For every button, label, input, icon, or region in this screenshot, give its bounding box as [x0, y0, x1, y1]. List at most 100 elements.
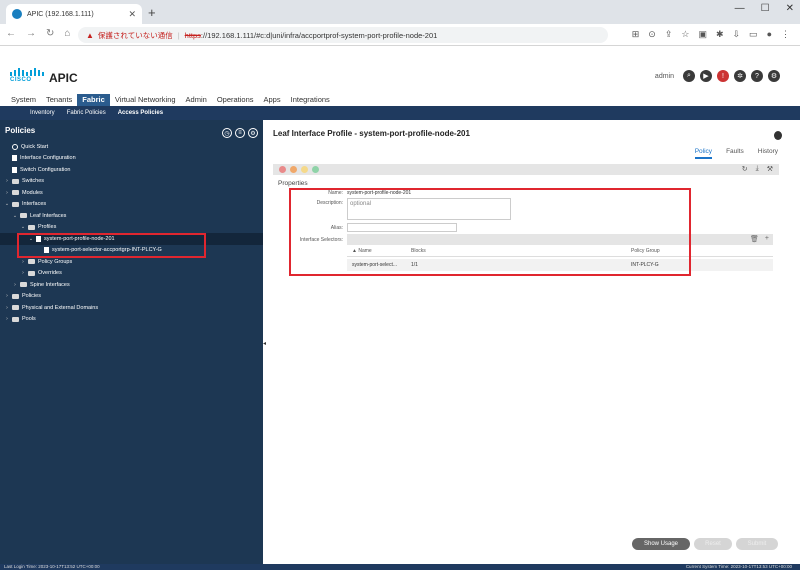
- refresh-icon[interactable]: ↻: [742, 165, 748, 173]
- bookmark-star-icon[interactable]: ☆: [681, 29, 689, 40]
- chevron-down-icon[interactable]: ⌄: [20, 224, 26, 230]
- main-tab-system[interactable]: System: [6, 94, 41, 106]
- alerts-icon[interactable]: !: [717, 70, 729, 82]
- maximize-button[interactable]: ☐: [761, 3, 770, 14]
- chevron-right-icon[interactable]: ›: [12, 282, 18, 288]
- tree-item[interactable]: Switch Configuration: [0, 164, 263, 176]
- profile-icon[interactable]: ●: [767, 29, 772, 40]
- main-tab-virtual-networking[interactable]: Virtual Networking: [110, 94, 181, 106]
- cisco-logo-text: CISCO: [10, 77, 32, 83]
- menu-icon[interactable]: ⋮: [781, 29, 790, 40]
- browser-tab[interactable]: APIC (192.168.1.111) ✕: [6, 4, 142, 24]
- tree-item[interactable]: › Switches: [0, 176, 263, 188]
- download-icon[interactable]: ⇩: [733, 29, 741, 40]
- pane-divider-handle[interactable]: ◂: [263, 340, 266, 347]
- policy-toolbar: ↻ ⤓ ⚒: [273, 164, 779, 175]
- tree-view-icon[interactable]: ≡: [235, 128, 245, 138]
- folder-icon: [28, 270, 35, 276]
- folder-icon: [12, 293, 19, 299]
- chevron-right-icon[interactable]: ›: [4, 178, 10, 184]
- tab-history[interactable]: History: [758, 148, 778, 159]
- tree-item[interactable]: Quick Start: [0, 141, 263, 153]
- tree-item[interactable]: › Pools: [0, 314, 263, 326]
- tab-policy[interactable]: Policy: [694, 148, 713, 159]
- main-tab-admin[interactable]: Admin: [181, 94, 212, 106]
- sub-tab-fabric-policies[interactable]: Fabric Policies: [67, 106, 106, 120]
- tree-item-label: Profiles: [38, 224, 57, 231]
- main-tab-tenants[interactable]: Tenants: [41, 94, 77, 106]
- reload-icon[interactable]: ↻: [46, 28, 54, 39]
- preferences-icon[interactable]: ⚙: [768, 70, 780, 82]
- sidebar-icon[interactable]: ▣: [698, 29, 707, 40]
- chevron-right-icon[interactable]: ›: [4, 293, 10, 299]
- minor-fault-icon: [301, 166, 308, 173]
- tree-item-label: Modules: [22, 189, 43, 196]
- video-icon[interactable]: ▶: [700, 70, 712, 82]
- search-icon[interactable]: ⌕: [683, 70, 695, 82]
- url-scheme: https: [184, 30, 201, 40]
- chevron-right-icon[interactable]: ›: [20, 270, 26, 276]
- main-nav: System Tenants Fabric Virtual Networking Adm…: [6, 94, 335, 106]
- tree-item[interactable]: ⌄ Leaf Interfaces: [0, 210, 263, 222]
- sub-tab-inventory[interactable]: Inventory: [30, 106, 55, 120]
- tab-close-icon[interactable]: ✕: [128, 9, 136, 20]
- home-icon[interactable]: ⌂: [64, 28, 70, 39]
- main-tab-apps[interactable]: Apps: [259, 94, 286, 106]
- url-input[interactable]: ▲ 保護されていない通信 | https ://192.168.1.111/#c…: [78, 27, 608, 43]
- window-close-button[interactable]: ✕: [786, 3, 794, 14]
- back-icon[interactable]: ←: [6, 28, 16, 39]
- sub-tab-access-policies[interactable]: Access Policies: [118, 106, 163, 120]
- tree-item[interactable]: › Spine Interfaces: [0, 279, 263, 291]
- insecure-label: 保護されていない通信: [97, 30, 173, 40]
- forward-icon[interactable]: →: [26, 28, 36, 39]
- user-name[interactable]: admin: [655, 73, 674, 80]
- tree-item[interactable]: ⌄ Interfaces: [0, 199, 263, 211]
- extensions-icon[interactable]: ✱: [716, 29, 724, 40]
- tree-item[interactable]: › Overrides: [0, 268, 263, 280]
- tree-item-label: Policy Groups: [38, 258, 73, 265]
- delete-icon[interactable]: 🗑: [750, 235, 759, 243]
- pane-title: Policies: [5, 126, 36, 135]
- minimize-button[interactable]: —: [735, 3, 745, 14]
- zoom-icon[interactable]: ⊙: [648, 29, 656, 40]
- reset-button[interactable]: Reset: [694, 538, 732, 550]
- recent-icon[interactable]: ◷: [222, 128, 232, 138]
- show-usage-button[interactable]: Show Usage: [632, 538, 690, 550]
- tree-item[interactable]: › Policies: [0, 291, 263, 303]
- chevron-right-icon[interactable]: ›: [4, 305, 10, 311]
- tree-item[interactable]: › Physical and External Domains: [0, 302, 263, 314]
- new-tab-button[interactable]: +: [148, 5, 156, 20]
- settings-icon[interactable]: ✲: [734, 70, 746, 82]
- highlight-box: [289, 188, 691, 276]
- bookmark-icon[interactable]: [774, 131, 782, 140]
- chevron-right-icon[interactable]: ›: [20, 259, 26, 265]
- main-tab-integrations[interactable]: Integrations: [286, 94, 335, 106]
- submit-button[interactable]: Submit: [736, 538, 778, 550]
- folder-icon: [28, 224, 35, 230]
- tree-item[interactable]: ⌄ Profiles: [0, 222, 263, 234]
- tree-item[interactable]: › Modules: [0, 187, 263, 199]
- navigation-pane: Policies ◷ ≡ ⚙ Quick Start Interface Conf…: [0, 120, 263, 564]
- chevron-right-icon[interactable]: ›: [4, 190, 10, 196]
- tab-faults[interactable]: Faults: [726, 148, 744, 159]
- chevron-down-icon[interactable]: ⌄: [4, 201, 10, 207]
- folder-icon: [12, 190, 19, 196]
- folder-icon: [28, 259, 35, 265]
- tools-icon[interactable]: ⚙: [248, 128, 258, 138]
- tree-item-label: Spine Interfaces: [30, 281, 70, 288]
- translate-icon[interactable]: ⊞: [632, 29, 640, 40]
- folder-icon: [12, 201, 19, 207]
- add-icon[interactable]: +: [765, 235, 769, 243]
- tree-item[interactable]: Interface Configuration: [0, 153, 263, 165]
- url-path: ://192.168.1.111/#c:d|uni/infra/accportp…: [200, 30, 438, 40]
- share-icon[interactable]: ⇪: [665, 29, 673, 40]
- help-icon[interactable]: ?: [751, 70, 763, 82]
- chevron-right-icon[interactable]: ›: [4, 316, 10, 322]
- main-tab-fabric[interactable]: Fabric: [77, 94, 110, 106]
- tools-icon[interactable]: ⚒: [767, 165, 773, 173]
- main-tab-operations[interactable]: Operations: [212, 94, 259, 106]
- app-name: APIC: [49, 71, 78, 85]
- split-icon[interactable]: ▭: [749, 29, 758, 40]
- download-icon[interactable]: ⤓: [756, 165, 759, 173]
- chevron-down-icon[interactable]: ⌄: [12, 213, 18, 219]
